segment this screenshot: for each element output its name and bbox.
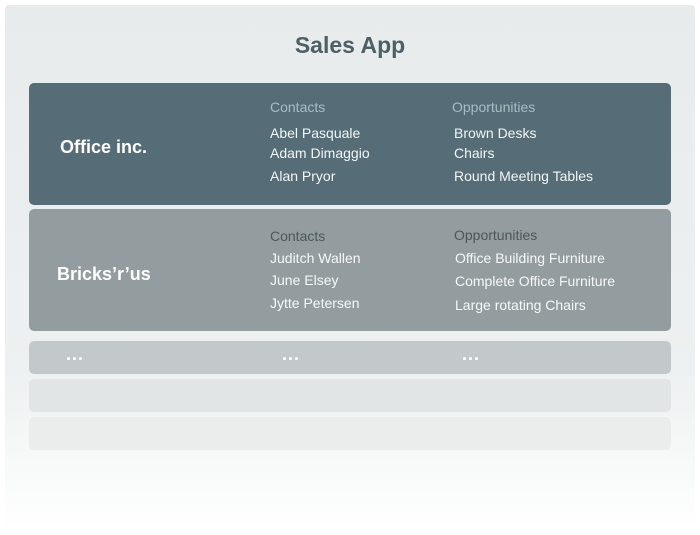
contact-item[interactable]: Juditch Wallen <box>270 250 361 266</box>
contact-item[interactable]: Adam Dimaggio <box>270 145 370 161</box>
account-row-empty[interactable] <box>29 417 671 450</box>
contact-item[interactable]: Alan Pryor <box>270 168 335 184</box>
contacts-label: Contacts <box>270 228 326 244</box>
company-name: Bricks’r’us <box>57 264 151 284</box>
contact-item[interactable]: Jytte Petersen <box>270 295 360 311</box>
account-row-empty[interactable] <box>29 379 671 412</box>
opportunities-placeholder: ... <box>462 344 481 364</box>
account-row-more[interactable]: ... ... ... <box>29 341 671 374</box>
account-row-bricks-r-us[interactable]: Bricks’r’us Contacts Juditch Wallen June… <box>29 209 671 331</box>
contact-item[interactable]: June Elsey <box>270 272 338 288</box>
account-row-office-inc[interactable]: Office inc. Contacts Abel Pasquale Adam … <box>29 83 671 205</box>
opportunity-item[interactable]: Round Meeting Tables <box>454 168 593 184</box>
contacts-placeholder: ... <box>282 344 301 364</box>
page-title: Sales App <box>294 32 406 58</box>
opportunity-item[interactable]: Brown Desks <box>454 125 536 141</box>
opportunity-item[interactable]: Complete Office Furniture <box>455 273 615 289</box>
contact-item[interactable]: Abel Pasquale <box>270 125 360 141</box>
sales-app-window: Sales App Office inc. Contacts Abel Pasq… <box>5 5 695 530</box>
contacts-label: Contacts <box>270 99 326 115</box>
opportunities-label: Opportunities <box>454 227 538 243</box>
opportunity-item[interactable]: Chairs <box>454 145 494 161</box>
company-name: Office inc. <box>60 137 148 157</box>
opportunity-item[interactable]: Large rotating Chairs <box>455 297 586 313</box>
opportunity-item[interactable]: Office Building Furniture <box>455 250 605 266</box>
company-placeholder: ... <box>66 344 85 364</box>
opportunities-label: Opportunities <box>452 99 536 115</box>
